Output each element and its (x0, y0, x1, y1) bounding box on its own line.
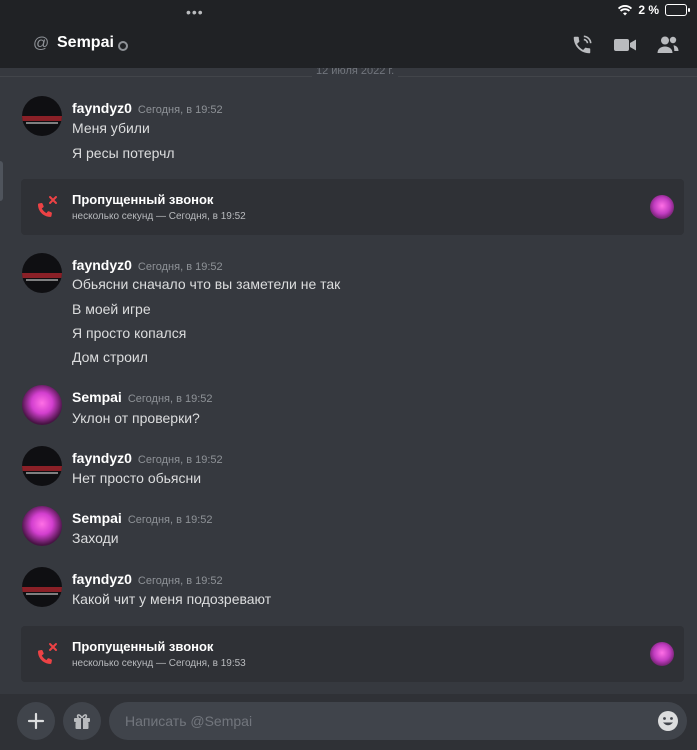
video-call-button[interactable] (612, 32, 638, 58)
call-subtitle: несколько секунд — Сегодня, в 19:52 (72, 211, 246, 222)
message-input[interactable]: Написать @Sempai (109, 702, 687, 740)
voice-call-button[interactable] (569, 32, 595, 58)
call-subtitle: несколько секунд — Сегодня, в 19:53 (72, 658, 246, 669)
message-text: Нет просто обьясни (72, 470, 202, 486)
message-text: Заходи (72, 530, 119, 546)
at-icon: @ (33, 35, 50, 52)
channel-header: @ Sempai (0, 22, 697, 68)
message-text: Меня убили (72, 120, 150, 136)
message-text: Я просто копался (72, 325, 187, 341)
date-divider: 12 июля 2022 г. (0, 68, 697, 77)
message-text: Я ресы потерчл (72, 145, 175, 161)
message-input-placeholder: Написать @Sempai (125, 713, 253, 729)
message-text: Обьясни сначало что вы заметели не так (72, 276, 341, 292)
emoji-icon[interactable] (657, 710, 679, 732)
username: fayndyz0 (72, 450, 132, 466)
missed-call-icon (38, 643, 57, 664)
call-title: Пропущенный звонок (72, 192, 214, 207)
missed-call-card[interactable]: Пропущенный звонок несколько секунд — Се… (21, 179, 684, 235)
call-title: Пропущенный звонок (72, 639, 214, 654)
message-text: Какой чит у меня подозревают (72, 591, 272, 607)
battery-percent: 2 % (638, 3, 659, 17)
gift-button[interactable] (63, 702, 101, 740)
avatar[interactable] (22, 253, 62, 293)
timestamp: Сегодня, в 19:52 (137, 454, 223, 466)
username: fayndyz0 (72, 100, 132, 116)
caller-avatar (650, 642, 674, 666)
username: Sempai (72, 389, 122, 405)
avatar[interactable] (22, 567, 62, 607)
avatar[interactable] (22, 506, 62, 546)
message-author[interactable]: fayndyz0 Сегодня, в 19:52 (72, 257, 223, 273)
timestamp: Сегодня, в 19:52 (137, 104, 223, 116)
status-bar: ••• 2 % (0, 0, 697, 22)
timestamp: Сегодня, в 19:52 (137, 575, 223, 587)
message-list[interactable]: 12 июля 2022 г. fayndyz0 Сегодня, в 19:52… (0, 68, 697, 694)
timestamp: Сегодня, в 19:52 (127, 393, 213, 405)
plus-icon (27, 712, 45, 730)
voice-call-icon (573, 35, 592, 54)
member-list-icon (657, 36, 679, 53)
message-text: Уклон от проверки? (72, 410, 200, 426)
message-author[interactable]: fayndyz0 Сегодня, в 19:52 (72, 100, 223, 116)
avatar[interactable] (22, 385, 62, 425)
timestamp: Сегодня, в 19:52 (127, 514, 213, 526)
add-attachment-button[interactable] (17, 702, 55, 740)
status-indicator (118, 41, 128, 51)
caller-avatar (650, 195, 674, 219)
missed-call-card[interactable]: Пропущенный звонок несколько секунд — Се… (21, 626, 684, 682)
message-text: Дом строил (72, 349, 148, 365)
battery-icon (665, 4, 690, 16)
message-author[interactable]: Sempai Сегодня, в 19:52 (72, 510, 213, 526)
message-author[interactable]: fayndyz0 Сегодня, в 19:52 (72, 450, 223, 466)
username: fayndyz0 (72, 571, 132, 587)
username: Sempai (72, 510, 122, 526)
date-label: 12 июля 2022 г. (312, 68, 399, 77)
missed-call-icon (38, 196, 57, 217)
multitask-dots[interactable]: ••• (186, 4, 204, 20)
status-right: 2 % (618, 3, 690, 17)
member-list-button[interactable] (655, 32, 681, 58)
page-title[interactable]: Sempai (57, 34, 114, 52)
avatar[interactable] (22, 446, 62, 486)
composer: Написать @Sempai (0, 694, 697, 750)
username: fayndyz0 (72, 257, 132, 273)
message-author[interactable]: Sempai Сегодня, в 19:52 (72, 389, 213, 405)
scroll-indicator (0, 161, 3, 201)
message-author[interactable]: fayndyz0 Сегодня, в 19:52 (72, 571, 223, 587)
wifi-icon (618, 4, 633, 15)
message-text: В моей игре (72, 301, 151, 317)
avatar[interactable] (22, 96, 62, 136)
gift-icon (74, 714, 90, 729)
timestamp: Сегодня, в 19:52 (137, 261, 223, 273)
video-call-icon (614, 39, 636, 51)
